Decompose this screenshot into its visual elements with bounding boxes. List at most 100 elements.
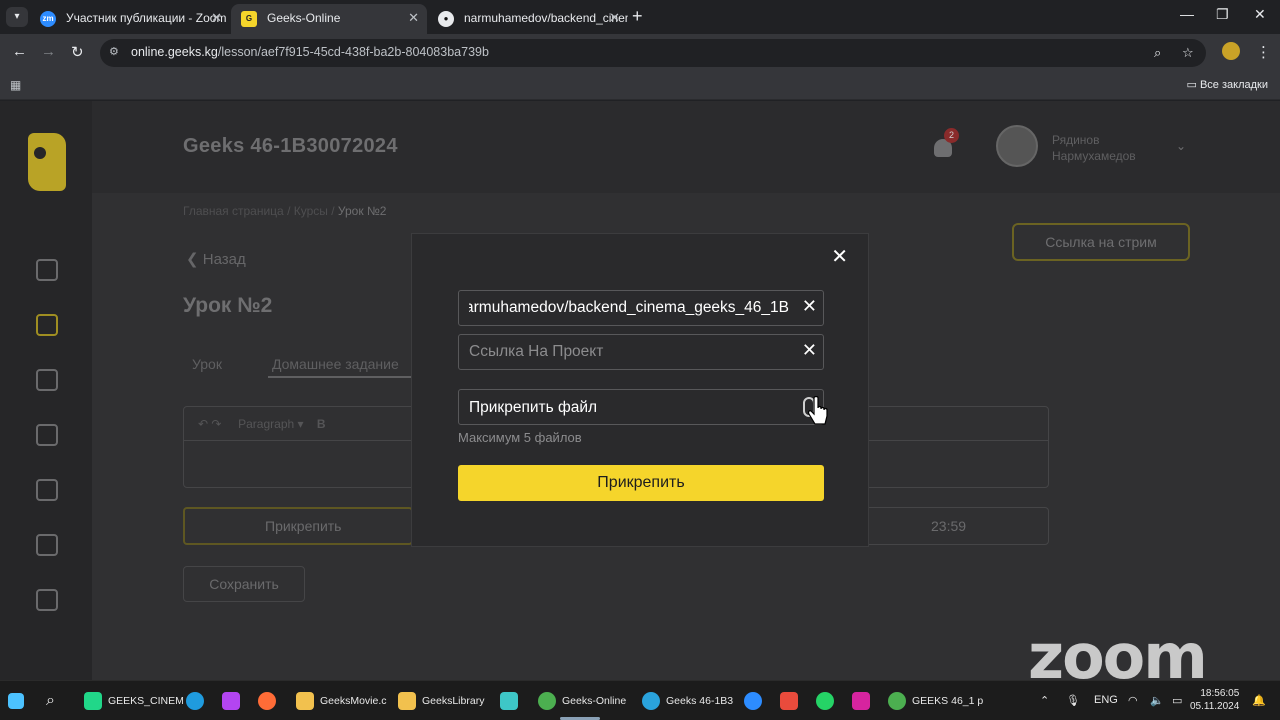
url-host: online.geeks.kg [131, 45, 218, 59]
bold-icon[interactable]: B [317, 417, 326, 431]
geeks-favicon-icon: G [241, 11, 257, 27]
taskbar-chrome-geeks46[interactable]: GEEKS 46_1 p [888, 689, 983, 713]
homework-icon[interactable] [36, 314, 58, 336]
tab-lesson[interactable]: Урок [192, 356, 222, 372]
course-title: Geeks 46-1B30072024 [183, 135, 398, 157]
wifi-icon[interactable]: ◠ [1128, 694, 1138, 707]
taskbar-telegram[interactable]: Geeks 46-1B3 [642, 689, 733, 713]
group-icon[interactable] [36, 534, 58, 556]
window-close-icon[interactable]: ✕ [1254, 6, 1266, 23]
user-name: Рядинов Нармухамедов [1052, 133, 1136, 163]
whatsapp-icon[interactable] [816, 689, 840, 713]
language-indicator[interactable]: ENG [1094, 694, 1118, 706]
repo-link-input[interactable] [459, 291, 789, 325]
bookmark-star-icon[interactable]: ☆ [1182, 45, 1194, 61]
browser-tab-strip: ▾ zm Участник публикации - Zoom ✕ G Geek… [0, 0, 1280, 34]
notification-badge: 2 [944, 128, 959, 143]
clear-repo-link-icon[interactable]: ✕ [802, 296, 817, 317]
taskbar-chrome-geeks[interactable]: Geeks-Online [538, 689, 626, 713]
tab-github[interactable]: ● narmuhamedov/backend_cinem ✕ [428, 4, 628, 34]
vscode-icon[interactable] [500, 689, 524, 713]
breadcrumb-current: Урок №2 [337, 204, 387, 218]
submit-attach-button[interactable]: Прикрепить [458, 465, 824, 501]
notification-bell-tray-icon[interactable]: 🔔 [1252, 694, 1266, 707]
microphone-icon[interactable]: 🎙 [1066, 694, 1080, 707]
url-path: /lesson/aef7f915-45cd-438f-ba2b-804083ba… [217, 45, 489, 59]
menu-kebab-icon[interactable]: ⋮ [1256, 43, 1271, 61]
taskbar-pycharm[interactable]: GEEKS_CINEM [84, 689, 184, 713]
geeks-logo[interactable] [28, 133, 66, 191]
phpstorm-icon[interactable] [222, 689, 246, 713]
system-clock[interactable]: 18:56:05 05.11.2024 [1190, 687, 1239, 713]
tab-search-chevron-icon[interactable]: ▾ [6, 7, 28, 27]
clear-project-link-icon[interactable]: ✕ [802, 340, 817, 361]
search-icon[interactable]: ⌕ [46, 689, 55, 713]
forward-arrow-icon[interactable]: → [41, 43, 56, 60]
back-arrow-icon[interactable]: ← [12, 43, 27, 60]
apps-grid-icon[interactable]: ▦ [10, 78, 21, 92]
tab-close-icon[interactable]: ✕ [211, 4, 222, 32]
browser-toolbar: ← → ↻ ⚙ online.geeks.kg/lesson/aef7f915-… [0, 34, 1280, 72]
lesson-title: Урок №2 [183, 294, 273, 317]
attach-file-field[interactable]: Прикрепить файл [458, 389, 824, 425]
tab-geeks-online[interactable]: G Geeks-Online ✕ [231, 4, 427, 34]
taskbar-label: GeeksLibrary [422, 695, 485, 707]
edge-icon[interactable] [186, 689, 210, 713]
reload-icon[interactable]: ↻ [71, 43, 84, 61]
project-link-input[interactable] [459, 335, 789, 369]
url-text: online.geeks.kg/lesson/aef7f915-45cd-438… [131, 45, 489, 59]
save-button[interactable]: Сохранить [183, 566, 305, 602]
stream-link-button[interactable]: Ссылка на стрим [1012, 223, 1190, 261]
back-label: Назад [202, 251, 246, 268]
editor-style-select[interactable]: Paragraph [238, 417, 294, 431]
breadcrumb-item[interactable]: Главная страница [183, 204, 284, 218]
all-bookmarks-label: Все закладки [1199, 79, 1268, 91]
instagram-icon[interactable] [852, 689, 876, 713]
calendar-icon[interactable] [36, 424, 58, 446]
tray-chevron-icon[interactable]: ⌃ [1040, 694, 1049, 707]
tab-homework[interactable]: Домашнее задание [272, 356, 399, 372]
taskbar-geeksmovie-folder[interactable]: GeeksMovie.c [296, 689, 387, 713]
battery-icon[interactable]: ▭ [1172, 694, 1182, 707]
user-avatar[interactable] [996, 125, 1038, 167]
hand-cursor-icon [808, 396, 828, 425]
profile-avatar-icon[interactable] [1222, 42, 1240, 60]
all-bookmarks-link[interactable]: ▭ Все закладки [1187, 78, 1268, 91]
address-bar[interactable]: ⚙ online.geeks.kg/lesson/aef7f915-45cd-4… [100, 39, 1206, 67]
user-menu-chevron-icon[interactable]: ⌄ [1176, 139, 1186, 153]
attach-button-bg[interactable]: Прикрепить [183, 507, 413, 545]
attach-file-label: Прикрепить файл [469, 399, 598, 416]
postman-icon[interactable] [258, 689, 282, 713]
site-info-icon[interactable]: ⚙ [109, 45, 123, 59]
new-tab-plus-icon[interactable]: + [632, 6, 643, 27]
volume-icon[interactable]: 🔈 [1150, 694, 1164, 707]
tab-title: Geeks-Online [267, 11, 341, 25]
screen-recorder-icon[interactable] [780, 689, 804, 713]
tab-zoom[interactable]: zm Участник публикации - Zoom ✕ [30, 4, 230, 34]
zoom-magnifier-icon[interactable]: ⌕ [1154, 45, 1161, 61]
modal-close-icon[interactable]: ✕ [831, 244, 848, 269]
repo-link-field: ✕ [458, 290, 824, 326]
back-link[interactable]: ❮ Назад [186, 250, 246, 268]
taskbar-geekslibrary-folder[interactable]: GeeksLibrary [398, 689, 484, 713]
project-link-field: ✕ [458, 334, 824, 370]
wallet-icon[interactable] [36, 479, 58, 501]
tab-title: narmuhamedov/backend_cinem [464, 11, 628, 25]
book-icon[interactable] [36, 369, 58, 391]
zoom-app-icon[interactable] [744, 689, 768, 713]
active-tab-indicator [268, 376, 418, 378]
clock-date: 05.11.2024 [1190, 701, 1240, 712]
link-icon[interactable] [36, 589, 58, 611]
bookmarks-bar: ▦ ▭ Все закладки [0, 72, 1280, 100]
tab-close-icon[interactable]: ✕ [408, 4, 419, 32]
breadcrumb-item[interactable]: Курсы [294, 204, 328, 218]
breadcrumb: Главная страница / Курсы / Урок №2 [183, 204, 387, 218]
clock-time: 18:56:05 [1200, 688, 1240, 699]
start-windows-icon[interactable] [8, 689, 30, 713]
maximize-icon[interactable]: ❐ [1216, 6, 1229, 23]
minimize-icon[interactable]: — [1180, 6, 1194, 22]
taskbar-label: Geeks-Online [562, 695, 627, 707]
deadline-time: 23:59 [860, 507, 1049, 545]
home-icon[interactable] [36, 259, 58, 281]
tab-close-icon[interactable]: ✕ [609, 4, 620, 32]
